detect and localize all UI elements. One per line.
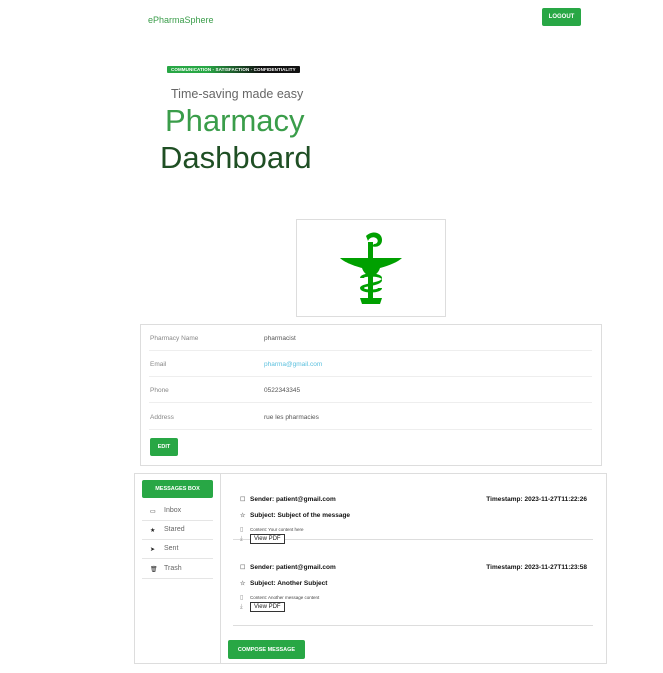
pdf-row: ⤓ View PDF [240, 602, 285, 612]
mailbox-divider [220, 474, 221, 664]
email-link[interactable]: pharma@gmail.com [264, 361, 322, 368]
nav-item-label: Inbox [164, 507, 182, 514]
message-sender: ☐ Sender: patient@gmail.com [240, 496, 336, 503]
edit-button[interactable]: EDIT [150, 438, 178, 456]
field-label: Address [150, 414, 174, 421]
compose-message-button[interactable]: COMPOSE MESSAGE [228, 640, 305, 659]
checkbox-icon[interactable]: ☐ [240, 564, 248, 571]
message-timestamp: Timestamp: 2023-11-27T11:22:26 [486, 496, 587, 503]
hero-subtitle: Time-saving made easy [171, 87, 304, 101]
message-content: ▯ Content: Your content here [240, 527, 304, 533]
messages-card: MESSAGES BOX ▭ Inbox ★ Stared ➤ Sent 🗑 T… [134, 473, 607, 664]
message-subject: ☆ Subject: Another Subject [240, 580, 328, 587]
document-icon: ▯ [240, 595, 244, 601]
star-outline-icon[interactable]: ☆ [240, 512, 248, 519]
field-label: Pharmacy Name [150, 335, 199, 342]
message-subject: ☆ Subject: Subject of the message [240, 512, 351, 519]
trash-icon: 🗑 [150, 567, 158, 573]
checkbox-icon[interactable]: ☐ [240, 496, 248, 503]
nav-item-inbox[interactable]: ▭ Inbox [142, 502, 213, 521]
nav-item-label: Trash [164, 565, 182, 572]
download-icon: ⤓ [240, 603, 243, 610]
nav-item-label: Stared [164, 526, 185, 533]
inbox-icon: ▭ [150, 509, 156, 515]
nav-item-label: Sent [164, 545, 179, 552]
star-outline-icon[interactable]: ☆ [240, 580, 248, 587]
hero-title-line1: Pharmacy [165, 103, 305, 138]
info-row-phone: Phone 0522343345 [149, 377, 592, 403]
star-icon: ★ [150, 528, 156, 534]
send-icon: ➤ [150, 547, 156, 553]
field-value: rue les pharmacies [264, 414, 319, 421]
messages-box-button[interactable]: MESSAGES BOX [142, 480, 213, 498]
logout-button[interactable]: LOGOUT [542, 8, 581, 26]
document-icon: ▯ [240, 527, 244, 533]
field-value: pharmacist [264, 335, 296, 342]
message-content: ▯ Content: Another message content [240, 595, 320, 601]
tagline-badge: COMMUNICATION - SATISFACTION - CONFIDENT… [167, 66, 300, 73]
info-row-email: Email pharma@gmail.com [149, 351, 592, 377]
brand-logo-text[interactable]: ePharmaSphere [148, 15, 214, 25]
hero-title-line2: Dashboard [160, 140, 312, 175]
info-row-name: Pharmacy Name pharmacist [149, 325, 592, 351]
field-label: Email [150, 361, 167, 368]
pharmacy-info-card: Pharmacy Name pharmacist Email pharma@gm… [140, 324, 602, 466]
message-item[interactable]: ☐ Sender: patient@gmail.com Timestamp: 2… [233, 474, 593, 544]
nav-item-sent[interactable]: ➤ Sent [142, 540, 213, 559]
nav-item-stared[interactable]: ★ Stared [142, 521, 213, 540]
message-timestamp: Timestamp: 2023-11-27T11:23:58 [486, 564, 587, 571]
pharmacy-logo-frame [296, 219, 446, 317]
pharmacy-bowl-of-hygieia-icon [340, 232, 402, 304]
field-value: 0522343345 [264, 387, 301, 394]
field-label: Phone [150, 387, 169, 394]
message-item[interactable]: ☐ Sender: patient@gmail.com Timestamp: 2… [233, 542, 593, 626]
message-sender: ☐ Sender: patient@gmail.com [240, 564, 336, 571]
info-row-address: Address rue les pharmacies [149, 404, 592, 430]
view-pdf-button[interactable]: View PDF [250, 602, 285, 612]
nav-item-trash[interactable]: 🗑 Trash [142, 560, 213, 579]
